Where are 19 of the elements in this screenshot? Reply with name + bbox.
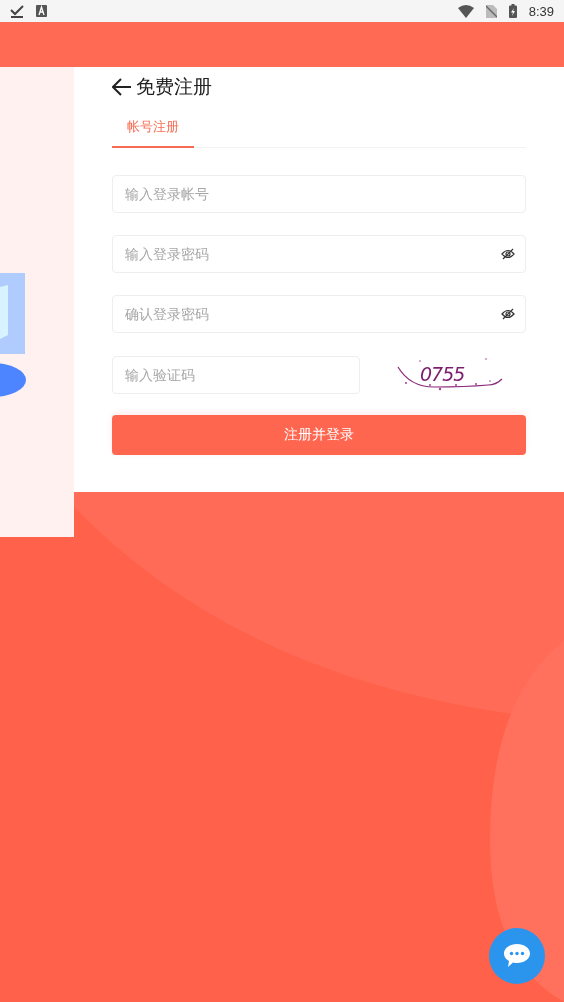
account-field[interactable]: 输入登录帐号 xyxy=(112,175,526,213)
password-field[interactable]: 输入登录密码 xyxy=(112,235,526,273)
page-title: 免费注册 xyxy=(136,74,212,99)
battery-charging-icon xyxy=(508,4,517,18)
password-field[interactable]: 确认登录密码 xyxy=(112,295,526,333)
eye-hidden-icon[interactable] xyxy=(501,248,515,260)
chat-bubble-icon xyxy=(503,943,531,969)
chat-button[interactable] xyxy=(489,928,545,984)
tab[interactable]: 帐号注册 xyxy=(112,107,194,148)
wifi-icon xyxy=(457,4,474,18)
back-arrow-icon[interactable] xyxy=(112,78,132,96)
eye-hidden-icon[interactable] xyxy=(501,308,515,320)
keyboard-a-icon xyxy=(36,5,47,17)
download-done-icon xyxy=(10,4,24,18)
captcha-field[interactable]: 输入验证码 xyxy=(112,356,360,394)
clock-time: 8:39 xyxy=(528,3,554,19)
no-sim-icon xyxy=(485,4,497,18)
captcha-image[interactable]: 0755 xyxy=(390,355,526,395)
register-login-button[interactable]: 注册并登录 xyxy=(112,415,526,455)
